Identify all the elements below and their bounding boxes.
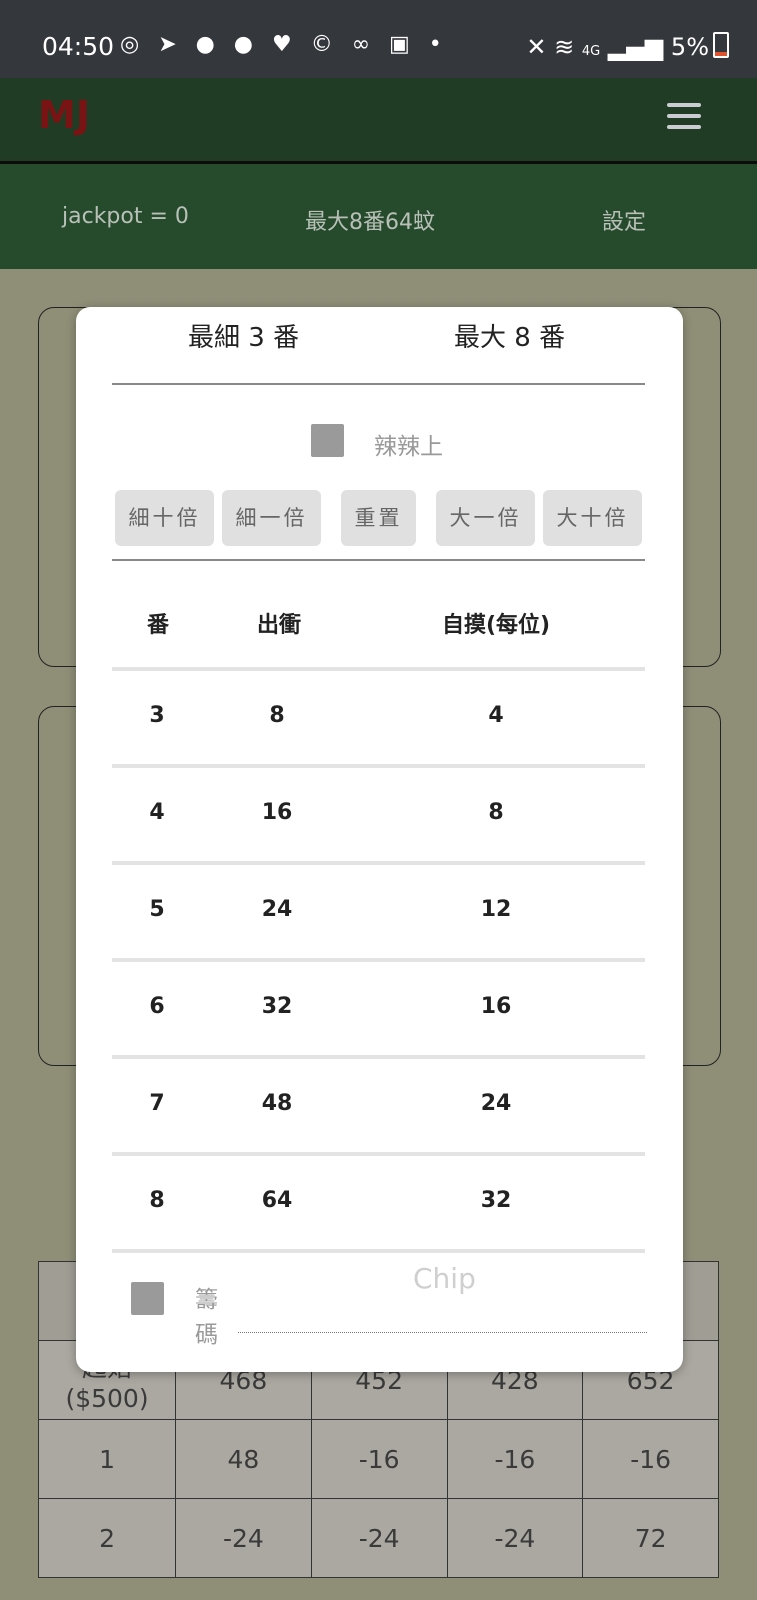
table-cell: -24 <box>446 1498 584 1578</box>
signal-icon: ▂▄▆ <box>607 33 664 61</box>
half-button[interactable]: 細一倍 <box>222 490 321 546</box>
table-cell: -24 <box>310 1498 448 1578</box>
chip-input[interactable]: Chip <box>413 1262 476 1295</box>
chip-label: 碼 <box>195 1322 218 1348</box>
header-fan: 番 <box>147 613 170 638</box>
jackpot-label: jackpot = 0 <box>62 204 189 229</box>
status-right: ✕ ≋ 4G ▂▄▆ 5% <box>526 32 729 61</box>
table-cell: -16 <box>582 1419 719 1499</box>
mute-icon: ✕ <box>526 33 547 61</box>
status-bar: 04:50 ◎ ➤ ● ● ♥ © ∞ ▣ • ✕ ≋ 4G ▂▄▆ 5% <box>0 0 757 78</box>
info-bar: jackpot = 0 最大8番64蚊 設定 <box>0 164 757 269</box>
header-discard-win: 出衝 <box>257 613 302 638</box>
tenth-button[interactable]: 細十倍 <box>115 490 214 546</box>
notification-icons: ◎ ➤ ● ● ♥ © ∞ ▣ • <box>120 32 448 57</box>
table-row: 5 24 12 <box>112 861 645 958</box>
table-cell: 72 <box>582 1498 719 1578</box>
app-header: MJ <box>0 78 757 164</box>
table-row: 3 8 4 <box>112 667 645 764</box>
divider <box>112 559 645 561</box>
table-cell: -24 <box>175 1498 312 1578</box>
table-cell: -16 <box>310 1419 448 1499</box>
status-time: 04:50 <box>42 32 115 61</box>
app-logo[interactable]: MJ <box>38 93 90 137</box>
ten-times-button[interactable]: 大十倍 <box>543 490 642 546</box>
table-row: 7 48 24 <box>112 1055 645 1152</box>
spicy-label: 辣辣上 <box>374 434 443 460</box>
table-cell: 1 <box>37 1419 177 1499</box>
max-fan-label[interactable]: 最大 8 番 <box>454 317 565 354</box>
settings-link[interactable]: 設定 <box>602 204 646 236</box>
min-fan-label[interactable]: 最細 3 番 <box>188 317 299 354</box>
divider <box>112 1249 645 1253</box>
double-button[interactable]: 大一倍 <box>436 490 535 546</box>
wifi-icon: ≋ <box>554 33 575 61</box>
divider <box>112 383 645 385</box>
reset-button[interactable]: 重置 <box>341 490 416 546</box>
fan-settings-modal: 最細 3 番 最大 8 番 辣辣上 細十倍 細一倍 重置 大一倍 大十倍 番 出… <box>76 307 683 1372</box>
battery-icon <box>713 32 729 58</box>
header-self-draw: 自摸(每位) <box>442 613 551 638</box>
network-label: 4G <box>581 44 601 59</box>
chip-label: 籌 <box>195 1287 218 1313</box>
table-cell: 48 <box>175 1419 312 1499</box>
table-row: 8 64 32 <box>112 1152 645 1249</box>
chip-checkbox[interactable] <box>131 1282 164 1315</box>
table-row: 6 32 16 <box>112 958 645 1055</box>
table-row: 4 16 8 <box>112 764 645 861</box>
chip-input-underline <box>238 1332 647 1333</box>
table-row: 2 -24 -24 -24 72 <box>37 1498 719 1578</box>
table-cell: 2 <box>37 1498 177 1578</box>
battery-label: 5% <box>670 33 709 61</box>
hamburger-menu-icon[interactable] <box>667 103 701 129</box>
table-row: 1 48 -16 -16 -16 <box>37 1419 719 1499</box>
max-rule-label: 最大8番64蚊 <box>305 210 435 235</box>
spicy-checkbox[interactable] <box>311 424 344 457</box>
table-cell: -16 <box>446 1419 584 1499</box>
